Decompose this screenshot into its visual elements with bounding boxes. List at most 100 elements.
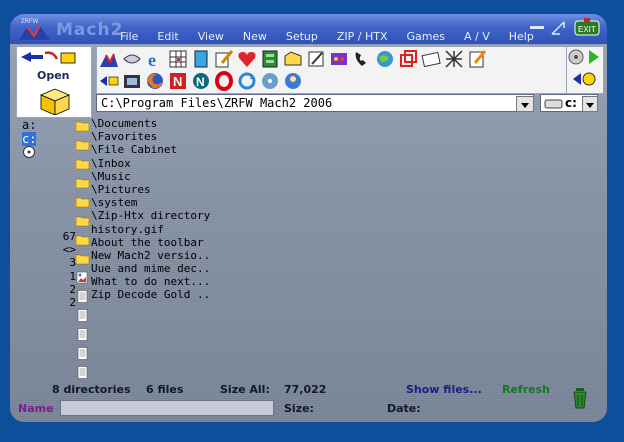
zrfw-logo-icon: ZRFW: [19, 19, 50, 40]
window-view-icon[interactable]: [122, 49, 142, 69]
list-item[interactable]: About the toolbar: [91, 236, 210, 249]
menu-file[interactable]: File: [120, 30, 138, 44]
folder-icon: [75, 197, 90, 208]
menu-view[interactable]: View: [198, 30, 224, 44]
drive-dropdown-button[interactable]: [582, 96, 598, 112]
nav-arrows-icon[interactable]: [99, 71, 119, 91]
menu-games[interactable]: Games: [407, 30, 445, 44]
menu-zip-htx[interactable]: ZIP / HTX: [337, 30, 388, 44]
drive-cd[interactable]: [22, 146, 42, 160]
pencil-paper-icon[interactable]: [214, 49, 234, 69]
file-count-column: 67 <> 3 1 2 2: [36, 230, 76, 309]
list-item[interactable]: \File Cabinet: [91, 143, 210, 156]
list-item[interactable]: New Mach2 versio..: [91, 249, 210, 262]
path-dropdown-button[interactable]: [516, 96, 534, 112]
folder-icon: [75, 254, 90, 265]
heart-icon[interactable]: [237, 49, 257, 69]
file-count-total: 6 files: [146, 383, 184, 396]
film-icon[interactable]: [122, 71, 142, 91]
menu-edit[interactable]: Edit: [157, 30, 178, 44]
drive-select-value: c:: [565, 96, 577, 110]
toolbar: e N N: [96, 46, 572, 94]
name-field[interactable]: [60, 400, 274, 416]
back-arrow-icon[interactable]: [17, 47, 91, 69]
network-icon[interactable]: [444, 49, 464, 69]
list-item[interactable]: Uue and mime dec..: [91, 262, 210, 275]
minimize-button[interactable]: [530, 26, 544, 29]
file-count: 2: [69, 295, 76, 309]
list-item[interactable]: Zip Decode Gold ..: [91, 288, 210, 301]
n-icon[interactable]: N: [168, 71, 188, 91]
cd-drive-icon: [23, 146, 35, 158]
list-item[interactable]: \Inbox: [91, 157, 210, 170]
messenger-icon[interactable]: [283, 71, 303, 91]
refresh-link[interactable]: Refresh: [502, 383, 550, 396]
date-label: Date:: [387, 402, 421, 415]
list-item[interactable]: \Music: [91, 170, 210, 183]
menu-setup[interactable]: Setup: [286, 30, 318, 44]
games-icon[interactable]: [329, 49, 349, 69]
text-file-icon: [77, 366, 88, 379]
hard-drive-icon: [544, 99, 563, 109]
name-label: Name: [18, 402, 54, 415]
path-combobox[interactable]: C:\Program Files\ZRFW Mach2 2006: [96, 94, 534, 112]
media-controls-icon[interactable]: [567, 47, 603, 93]
cabinet-icon[interactable]: [260, 49, 280, 69]
mach2-home-icon[interactable]: [99, 49, 119, 69]
drive-c[interactable]: c:: [22, 132, 36, 146]
folder-icon: [75, 216, 90, 227]
opera-icon[interactable]: [214, 71, 234, 91]
file-count: 3: [69, 256, 76, 270]
firefox-icon[interactable]: [145, 71, 165, 91]
svg-text:N: N: [196, 75, 205, 89]
grid-icon[interactable]: [168, 49, 188, 69]
phone-icon[interactable]: [352, 49, 372, 69]
globe-icon[interactable]: [375, 49, 395, 69]
chevron-down-icon: [521, 103, 529, 108]
notes-icon[interactable]: [191, 49, 211, 69]
svg-text:EXIT: EXIT: [578, 25, 596, 34]
folder-tool-icon[interactable]: [283, 49, 303, 69]
list-item[interactable]: \system: [91, 196, 210, 209]
window-title: Mach2: [56, 20, 124, 40]
main-area: Open e N N C:\Program Files\ZRFW Mach2 2…: [10, 44, 607, 422]
disc-icon[interactable]: [260, 71, 280, 91]
folder-icon: [75, 235, 90, 246]
svg-text:ZRFW: ZRFW: [21, 19, 39, 25]
list-item[interactable]: \Documents: [91, 117, 210, 130]
text-file-icon: [77, 347, 88, 360]
edit-icon[interactable]: [306, 49, 326, 69]
drive-list: a: c:: [22, 118, 42, 160]
internet-explorer-icon[interactable]: e: [145, 49, 165, 69]
open-box-icon[interactable]: [37, 85, 73, 115]
side-tools: [566, 46, 604, 94]
sync-icon[interactable]: [237, 71, 257, 91]
folder-icon: [75, 159, 90, 170]
card-icon[interactable]: [421, 49, 441, 69]
title-bar[interactable]: ZRFW Mach2 File Edit View New Setup ZIP …: [10, 14, 607, 44]
folder-icon: [75, 140, 90, 151]
menu-av[interactable]: A / V: [464, 30, 490, 44]
menu-new[interactable]: New: [243, 30, 267, 44]
list-item[interactable]: \Zip-Htx directory: [91, 209, 210, 222]
list-item[interactable]: history.gif: [91, 223, 210, 236]
cube-icon[interactable]: [398, 49, 418, 69]
open-panel[interactable]: Open: [16, 46, 92, 118]
exit-sign-icon[interactable]: EXIT: [574, 18, 600, 40]
list-item[interactable]: \Favorites: [91, 130, 210, 143]
svg-text:e: e: [148, 50, 156, 69]
list-item[interactable]: \Pictures: [91, 183, 210, 196]
resize-icon[interactable]: [550, 20, 566, 36]
text-file-icon: [77, 309, 88, 322]
write-icon[interactable]: [467, 49, 487, 69]
menu-help[interactable]: Help: [509, 30, 534, 44]
list-item[interactable]: What to do next...: [91, 275, 210, 288]
details-row: Name Size: Date:: [10, 388, 607, 417]
drive-a[interactable]: a:: [22, 118, 42, 132]
trash-can-icon[interactable]: [573, 387, 587, 409]
status-bar: 8 directories 6 files Size All: 77,022 S…: [50, 383, 590, 397]
netscape-icon[interactable]: N: [191, 71, 211, 91]
toolbar-row-2: N N: [99, 71, 306, 91]
show-files-link[interactable]: Show files...: [406, 383, 482, 396]
drive-select[interactable]: c:: [540, 94, 598, 112]
